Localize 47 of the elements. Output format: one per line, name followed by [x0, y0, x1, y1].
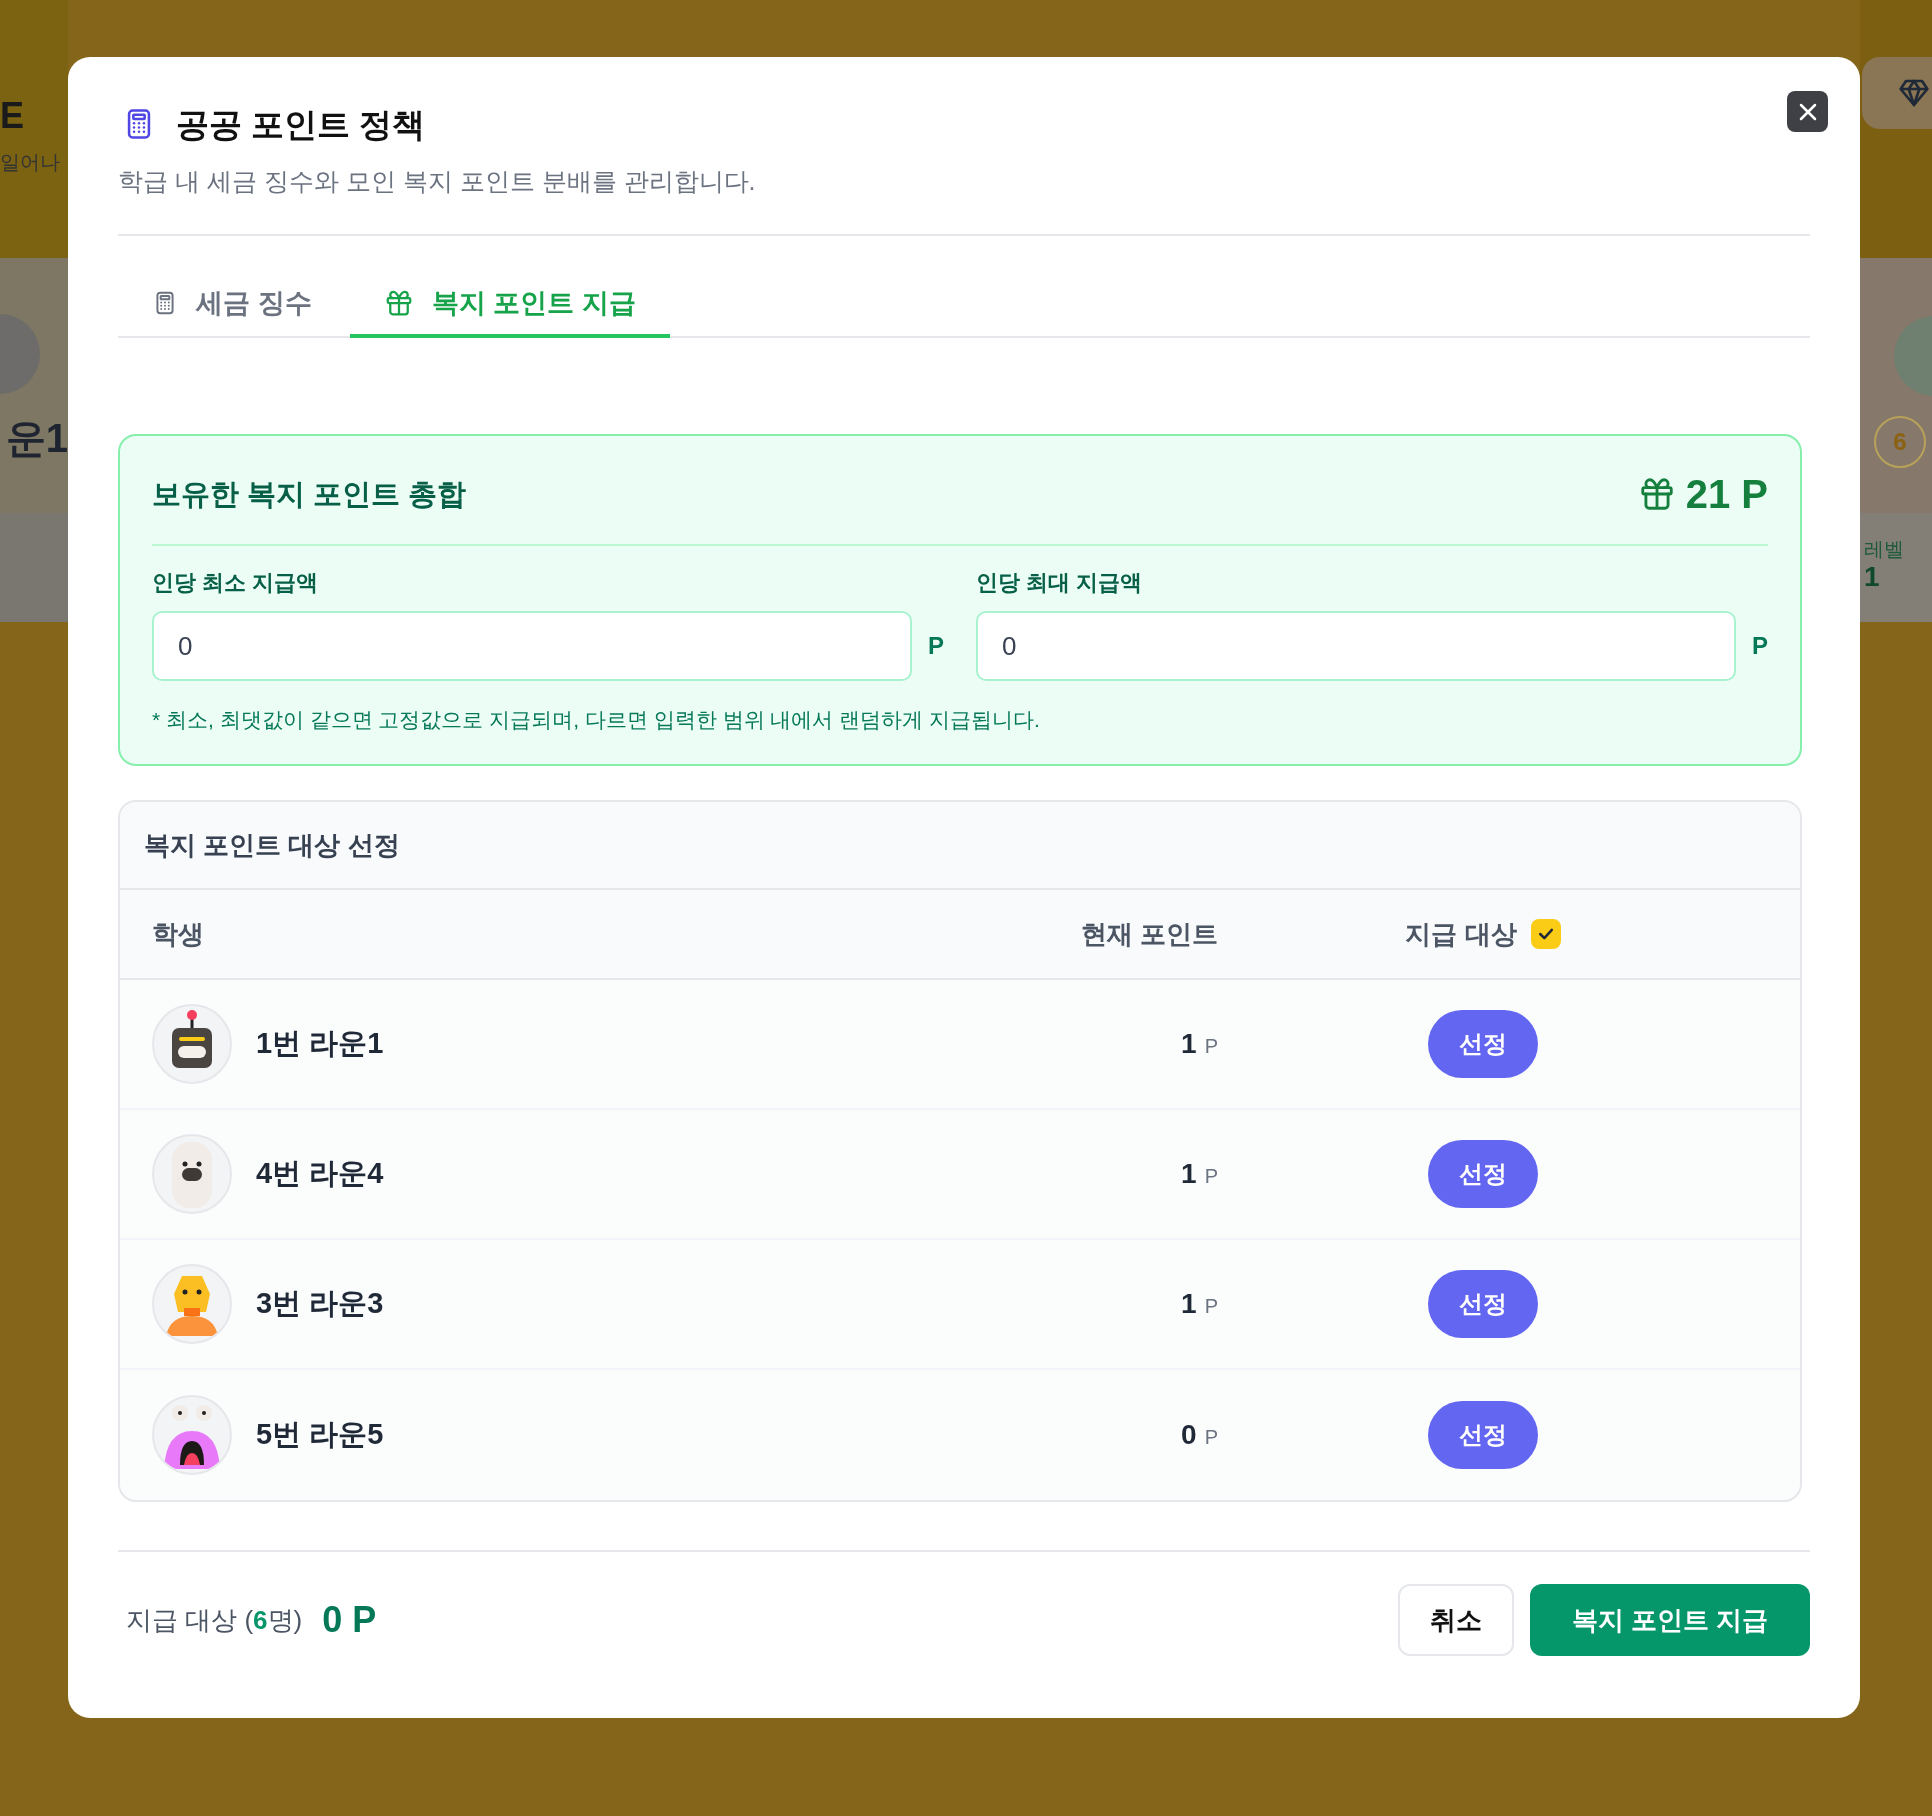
table-title: 복지 포인트 대상 선정 — [144, 828, 400, 862]
avatar-icon — [152, 1264, 232, 1344]
points-value: 0 P — [1181, 1418, 1218, 1452]
student-name: 운1 — [5, 417, 68, 458]
select-button[interactable]: 선정 — [1428, 1270, 1538, 1338]
column-header: 학생 — [152, 917, 205, 951]
avatar-icon — [152, 1395, 232, 1475]
cancel-button[interactable]: 취소 — [1398, 1584, 1514, 1656]
column-header: 현재 포인트 — [1080, 917, 1218, 951]
level-label: 레벨 — [1864, 539, 1905, 559]
tab[interactable]: 세금 징수 — [146, 272, 318, 338]
diamond-button[interactable] — [1862, 57, 1932, 129]
student-name: 5번 라운5 — [256, 1417, 384, 1453]
field-label: 인당 최대 지급액 — [976, 569, 1144, 597]
level-value: 1 — [1864, 560, 1881, 594]
avatar-icon — [152, 1004, 232, 1084]
amount-input[interactable]: 0 — [976, 611, 1736, 681]
student-name: 4번 라운4 — [256, 1156, 384, 1192]
select-button[interactable]: 선정 — [1428, 1401, 1538, 1469]
points-value: 1 P — [1181, 1027, 1218, 1061]
unit-label: P — [1752, 631, 1768, 661]
payout-total: 0 P — [322, 1598, 377, 1642]
count-badge: 6 — [1874, 416, 1926, 468]
recipients-label: 지급 대상 (6명) — [126, 1603, 303, 1637]
note-text: * 최소, 최댓값이 같으면 고정값으로 지급되며, 다르면 입력한 범위 내에서 랜덤하게 지급됩니다. — [152, 709, 1041, 730]
select-button[interactable]: 선정 — [1428, 1010, 1538, 1078]
select-button[interactable]: 선정 — [1428, 1140, 1538, 1208]
dialog-subtitle: 학급 내 세금 징수와 모인 복지 포인트 분배를 관리합니다. — [118, 169, 757, 194]
tab[interactable]: 복지 포인트 지급 — [349, 272, 670, 338]
dialog-title: 공공 포인트 정책 — [176, 107, 426, 141]
close-button[interactable] — [1787, 91, 1828, 132]
card-title: 보유한 복지 포인트 총합 — [152, 479, 467, 509]
page-subtitle: 일어나 — [0, 152, 60, 172]
amount-input[interactable]: 0 — [152, 611, 912, 681]
points-value: 1 P — [1181, 1157, 1218, 1191]
student-name: 3번 라운3 — [256, 1286, 384, 1322]
avatar-icon — [152, 1134, 232, 1214]
points-total: 21 P — [1685, 474, 1768, 514]
field-label: 인당 최소 지급액 — [152, 569, 320, 597]
unit-label: P — [928, 631, 944, 661]
select-all-checkbox[interactable] — [1530, 919, 1561, 949]
submit-button[interactable]: 복지 포인트 지급 — [1530, 1584, 1810, 1656]
column-header: 지급 대상 — [1405, 917, 1517, 951]
points-value: 1 P — [1181, 1287, 1218, 1321]
student-name: 1번 라운1 — [256, 1026, 384, 1062]
page-title: E — [0, 98, 24, 134]
diamond-icon — [1898, 77, 1930, 109]
